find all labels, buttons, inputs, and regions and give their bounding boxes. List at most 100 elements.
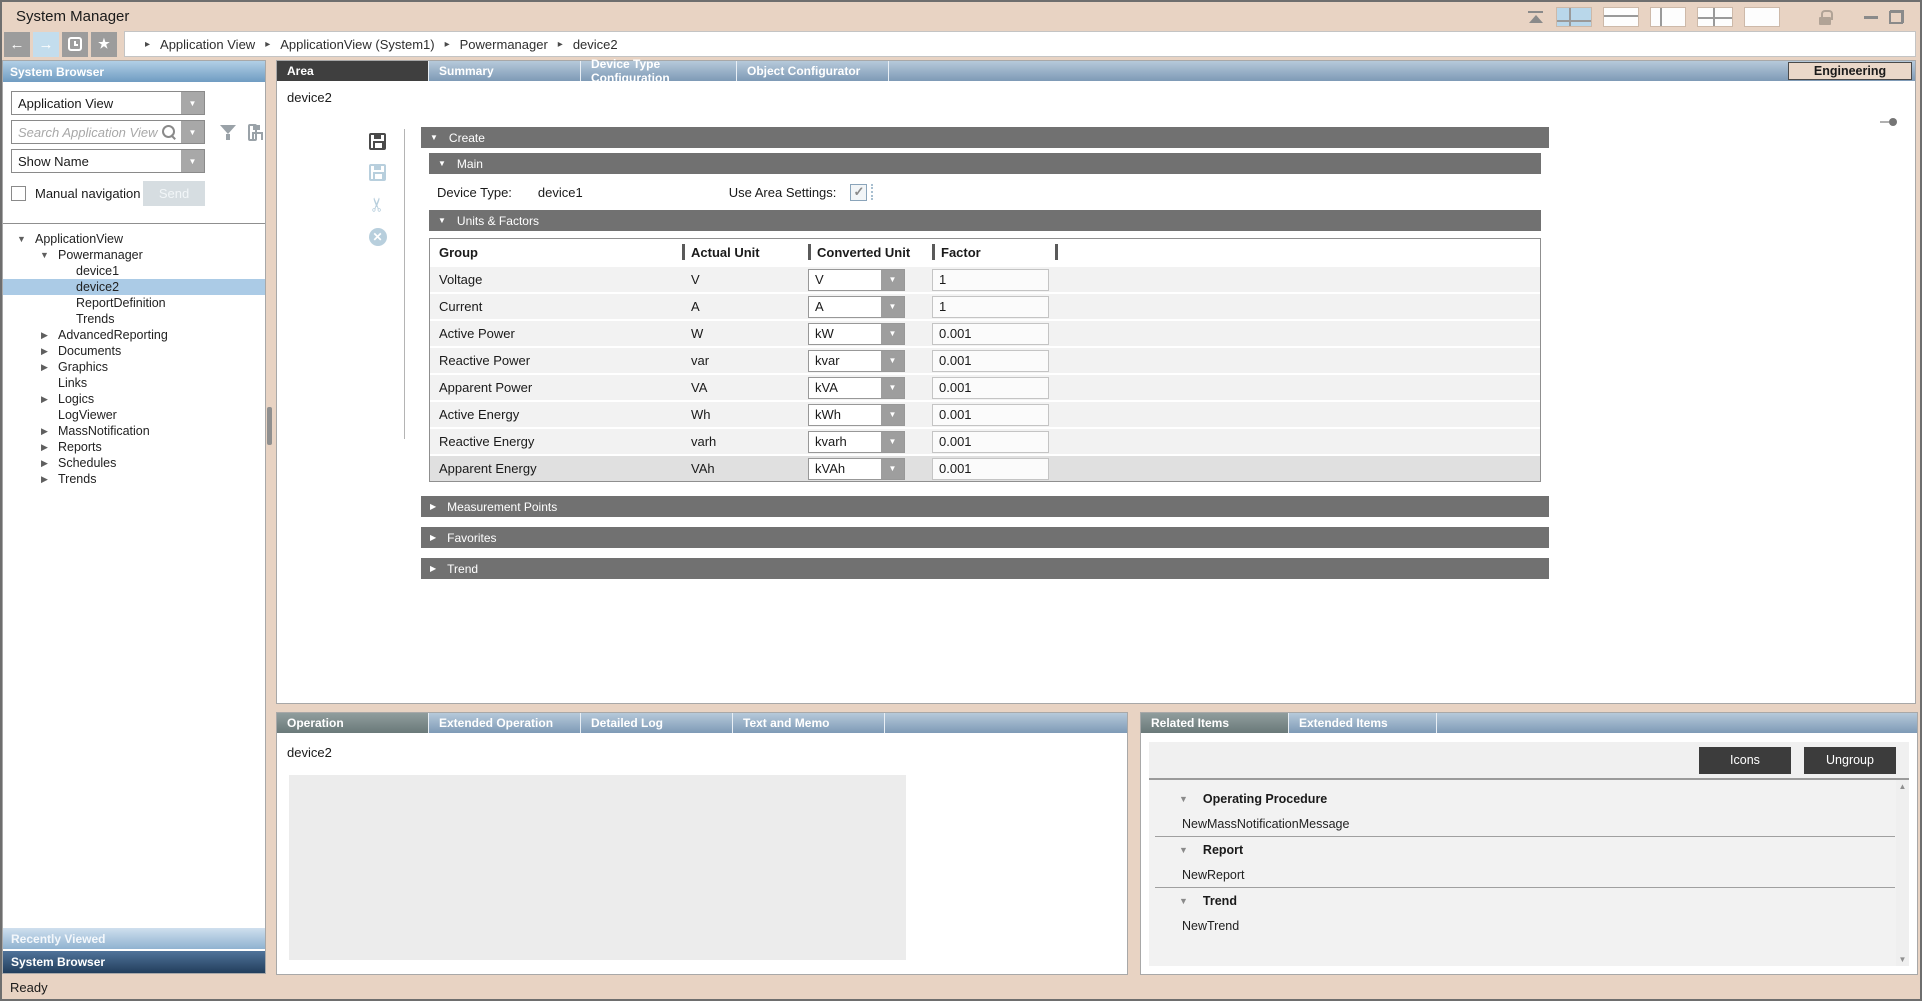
breadcrumb-application-view[interactable]: Application View	[160, 37, 255, 52]
converted-unit-dropdown[interactable]: kvar▼	[808, 350, 905, 372]
related-item-newtrend[interactable]: NewTrend	[1149, 913, 1895, 938]
save-as-icon[interactable]	[369, 164, 386, 181]
units-factors-section-header[interactable]: ▼ Units & Factors	[429, 210, 1541, 231]
factor-input[interactable]	[932, 377, 1049, 399]
tree-item-massnotification[interactable]: ▶MassNotification	[3, 423, 265, 439]
tree-item-applicationview[interactable]: ▼ApplicationView	[3, 231, 265, 247]
tab-extended-operation[interactable]: Extended Operation	[429, 713, 581, 733]
favorites-section-header[interactable]: ▶ Favorites	[421, 527, 1549, 548]
table-row-active-power[interactable]: Active Power W kW▼	[430, 319, 1540, 346]
table-row-reactive-power[interactable]: Reactive Power var kvar▼	[430, 346, 1540, 373]
save-search-icon[interactable]	[248, 124, 257, 141]
converted-unit-dropdown[interactable]: kVA▼	[808, 377, 905, 399]
chevron-expanded-icon[interactable]: ▼	[1179, 896, 1188, 906]
breadcrumb-device2[interactable]: device2	[573, 37, 618, 52]
tree-item-reports[interactable]: ▶Reports	[3, 439, 265, 455]
tab-device-type-configuration[interactable]: Device Type Configuration	[581, 61, 737, 81]
forward-button[interactable]: →	[33, 32, 59, 57]
view-selector-dropdown[interactable]: Application View ▼	[11, 91, 205, 115]
scroll-down-icon[interactable]: ▼	[1899, 955, 1907, 964]
chevron-down-icon[interactable]: ▼	[181, 92, 204, 114]
breadcrumb-powermanager[interactable]: Powermanager	[460, 37, 548, 52]
related-item-newmassnotificationmessage[interactable]: NewMassNotificationMessage	[1149, 811, 1895, 836]
tab-summary[interactable]: Summary	[429, 61, 581, 81]
table-row-reactive-energy[interactable]: Reactive Energy varh kvarh▼	[430, 427, 1540, 454]
collapse-panels-icon[interactable]	[1527, 10, 1545, 25]
factor-input[interactable]	[932, 404, 1049, 426]
tree-item-trends-child[interactable]: Trends	[3, 311, 265, 327]
chevron-down-icon[interactable]: ▼	[881, 405, 904, 425]
tab-extended-items[interactable]: Extended Items	[1289, 713, 1437, 733]
converted-unit-dropdown[interactable]: V▼	[808, 269, 905, 291]
chevron-expanded-icon[interactable]: ▼	[16, 234, 27, 244]
table-row-voltage[interactable]: Voltage V V▼	[430, 265, 1540, 292]
display-mode-dropdown[interactable]: Show Name ▼	[11, 149, 205, 173]
trend-section-header[interactable]: ▶ Trend	[421, 558, 1549, 579]
chevron-collapsed-icon[interactable]: ▶	[39, 346, 50, 357]
chevron-expanded-icon[interactable]: ▼	[39, 250, 50, 260]
converted-unit-dropdown[interactable]: kVAh▼	[808, 458, 905, 480]
pin-icon[interactable]	[1880, 118, 1897, 126]
chevron-down-icon[interactable]: ▼	[881, 459, 904, 479]
factor-input[interactable]	[932, 296, 1049, 318]
manual-navigation-checkbox[interactable]	[11, 186, 26, 201]
factor-input[interactable]	[932, 269, 1049, 291]
tree-item-device2[interactable]: device2	[3, 279, 265, 295]
factor-input[interactable]	[932, 431, 1049, 453]
factor-input[interactable]	[932, 458, 1049, 480]
layout-preset-4-button[interactable]	[1697, 7, 1733, 27]
related-scrollbar[interactable]: ▲ ▼	[1896, 780, 1909, 966]
save-icon[interactable]	[369, 133, 386, 150]
converted-unit-dropdown[interactable]: kWh▼	[808, 404, 905, 426]
factor-input[interactable]	[932, 350, 1049, 372]
table-row-current[interactable]: Current A A▼	[430, 292, 1540, 319]
create-section-header[interactable]: ▼ Create	[421, 127, 1549, 148]
chevron-collapsed-icon[interactable]: ▶	[39, 330, 50, 341]
tree-item-reportdefinition[interactable]: ReportDefinition	[3, 295, 265, 311]
history-button[interactable]	[62, 32, 88, 57]
chevron-down-icon[interactable]: ▼	[881, 297, 904, 317]
related-item-newreport[interactable]: NewReport	[1149, 862, 1895, 887]
chevron-collapsed-icon[interactable]: ▶	[39, 362, 50, 373]
group-report[interactable]: ▼ Report	[1149, 837, 1895, 862]
scroll-up-icon[interactable]: ▲	[1899, 782, 1907, 791]
use-area-settings-checkbox[interactable]: ✓	[850, 184, 867, 201]
table-row-apparent-power[interactable]: Apparent Power VA kVA▼	[430, 373, 1540, 400]
layout-preset-2-button[interactable]	[1603, 7, 1639, 27]
converted-unit-dropdown[interactable]: kW▼	[808, 323, 905, 345]
recently-viewed-bar[interactable]: Recently Viewed	[3, 927, 265, 949]
tab-related-items[interactable]: Related Items	[1141, 713, 1289, 733]
chevron-collapsed-icon[interactable]: ▶	[39, 442, 50, 453]
chevron-expanded-icon[interactable]: ▼	[1179, 845, 1188, 855]
tree-item-schedules[interactable]: ▶Schedules	[3, 455, 265, 471]
main-section-header[interactable]: ▼ Main	[429, 153, 1541, 174]
chevron-collapsed-icon[interactable]: ▶	[39, 426, 50, 437]
tab-operation[interactable]: Operation	[277, 713, 429, 733]
tree-item-links[interactable]: Links	[3, 375, 265, 391]
chevron-down-icon[interactable]: ▼	[881, 270, 904, 290]
chevron-down-icon[interactable]: ▼	[881, 378, 904, 398]
chevron-down-icon[interactable]: ▼	[881, 432, 904, 452]
engineering-mode-button[interactable]: Engineering	[1788, 62, 1912, 80]
tab-text-and-memo[interactable]: Text and Memo	[733, 713, 885, 733]
chevron-collapsed-icon[interactable]: ▶	[39, 394, 50, 405]
factor-input[interactable]	[932, 323, 1049, 345]
favorites-button[interactable]: ★	[91, 32, 117, 57]
lock-icon[interactable]	[1819, 10, 1831, 25]
search-input[interactable]	[12, 125, 162, 140]
splitter-handle[interactable]	[267, 407, 272, 445]
layout-preset-5-button[interactable]	[1744, 7, 1780, 27]
group-operating-procedure[interactable]: ▼ Operating Procedure	[1149, 786, 1895, 811]
tree-item-advancedreporting[interactable]: ▶AdvancedReporting	[3, 327, 265, 343]
layout-preset-1-button[interactable]	[1556, 7, 1592, 27]
converted-unit-dropdown[interactable]: kvarh▼	[808, 431, 905, 453]
tree-item-trends[interactable]: ▶Trends	[3, 471, 265, 487]
cut-icon[interactable]: ✂	[368, 197, 387, 213]
chevron-down-icon[interactable]: ▼	[181, 150, 204, 172]
tree-item-powermanager[interactable]: ▼Powermanager	[3, 247, 265, 263]
chevron-expanded-icon[interactable]: ▼	[1179, 794, 1188, 804]
measurement-points-section-header[interactable]: ▶ Measurement Points	[421, 496, 1549, 517]
discard-icon[interactable]: ✕	[369, 228, 387, 246]
system-browser-bar[interactable]: System Browser	[3, 949, 265, 973]
chevron-collapsed-icon[interactable]: ▶	[39, 458, 50, 469]
